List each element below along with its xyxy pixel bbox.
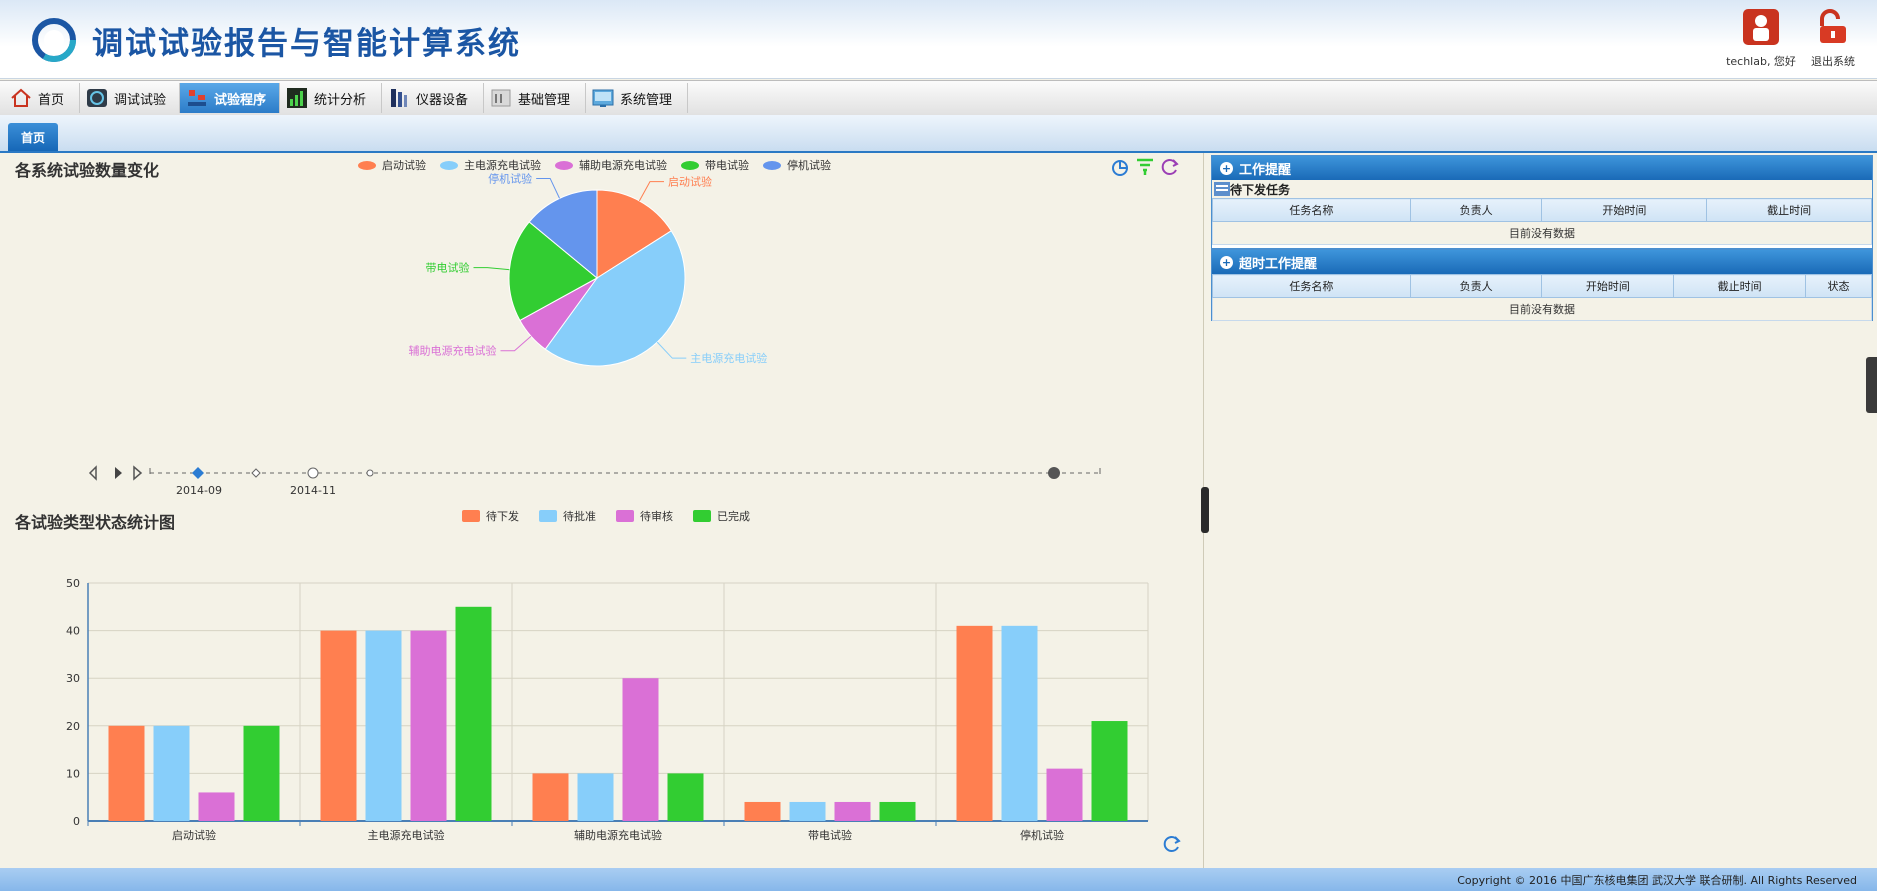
app-title: 调试试验报告与智能计算系统 bbox=[92, 26, 521, 62]
user-profile-button[interactable]: techlab, 您好 bbox=[1726, 8, 1796, 69]
menu-item-home[interactable]: 首页 bbox=[4, 83, 80, 113]
user-greeting: techlab, 您好 bbox=[1726, 55, 1796, 68]
menu-item-label: 系统管理 bbox=[620, 92, 673, 108]
column-header[interactable]: 状态 bbox=[1805, 274, 1872, 298]
pending-task-table: 任务名称 负责人 开始时间 截止时间 目前没有数据 bbox=[1212, 198, 1872, 245]
column-header[interactable]: 截止时间 bbox=[1673, 274, 1807, 298]
footer: Copyright © 2016 中国广东核电集团 武汉大学 联合研制. All… bbox=[0, 868, 1877, 891]
menu-item-base-management[interactable]: 基础管理 bbox=[484, 83, 586, 113]
menu-item-label: 统计分析 bbox=[314, 92, 367, 108]
expand-icon: + bbox=[1220, 255, 1233, 269]
pending-task-subtitle: 待下发任务 bbox=[1212, 180, 1872, 198]
menu-item-label: 调试试验 bbox=[114, 92, 167, 108]
expand-icon: + bbox=[1220, 161, 1233, 175]
bar[interactable] bbox=[1046, 768, 1083, 821]
user-icon bbox=[1743, 9, 1779, 45]
bar[interactable] bbox=[532, 773, 569, 821]
bar[interactable] bbox=[789, 801, 826, 821]
x-tick-label: 停机试验 bbox=[1020, 828, 1064, 842]
home-icon bbox=[11, 88, 31, 107]
y-tick-label: 40 bbox=[66, 625, 80, 638]
unlock-icon bbox=[1820, 9, 1846, 43]
tab-home[interactable]: 首页 bbox=[8, 123, 58, 151]
bar[interactable] bbox=[834, 801, 871, 821]
logout-button[interactable]: 退出系统 bbox=[1798, 8, 1868, 69]
column-header[interactable]: 截止时间 bbox=[1706, 198, 1872, 222]
bar[interactable] bbox=[577, 773, 614, 821]
bar[interactable] bbox=[153, 725, 190, 821]
menu-item-label: 首页 bbox=[38, 92, 65, 108]
x-tick-label: 启动试验 bbox=[172, 828, 216, 842]
bar[interactable] bbox=[1001, 625, 1038, 821]
menu-item-procedure[interactable]: 试验程序 bbox=[180, 83, 280, 113]
overtime-task-table: 任务名称 负责人 开始时间 截止时间 状态 目前没有数据 bbox=[1212, 274, 1872, 321]
bar[interactable] bbox=[879, 801, 916, 821]
base-management-icon bbox=[491, 89, 511, 107]
empty-state-text: 目前没有数据 bbox=[1212, 297, 1872, 321]
y-tick-label: 0 bbox=[73, 815, 80, 828]
work-reminder-panel: + 工作提醒 待下发任务 任务名称 负责人 开始时间 截止时间 目前没有数据 bbox=[1211, 155, 1873, 249]
y-tick-label: 10 bbox=[66, 767, 80, 780]
bar[interactable] bbox=[243, 725, 280, 821]
empty-state-text: 目前没有数据 bbox=[1212, 221, 1872, 245]
bar-chart: 0 10 20 30 40 50 启动试验 主电源充电试验 辅助电源充电试验 带电试验 停机试验 bbox=[66, 577, 1149, 842]
menu-item-instrument[interactable]: 仪器设备 bbox=[382, 83, 484, 113]
dashboard-charts: 各系统试验数量变化 启动试验 主电源充电试验 辅助电源充电试验 带电试验 停机试… bbox=[0, 153, 1204, 868]
bar-refresh-icon[interactable] bbox=[1162, 834, 1182, 854]
menu-item-label: 试验程序 bbox=[214, 92, 267, 108]
menu-item-debug-test[interactable]: 调试试验 bbox=[80, 83, 180, 113]
column-header[interactable]: 负责人 bbox=[1409, 198, 1543, 222]
procedure-icon bbox=[188, 90, 206, 106]
statistics-icon bbox=[287, 88, 307, 108]
menu-item-system-management[interactable]: 系统管理 bbox=[586, 83, 688, 113]
task-list-icon bbox=[1214, 182, 1230, 196]
x-tick-label: 带电试验 bbox=[808, 828, 852, 842]
pane-splitter[interactable] bbox=[1201, 487, 1209, 533]
overtime-reminder-panel: + 超时工作提醒 任务名称 负责人 开始时间 截止时间 状态 目前没有数据 bbox=[1211, 249, 1873, 321]
system-management-icon bbox=[592, 89, 614, 107]
column-header[interactable]: 负责人 bbox=[1409, 274, 1543, 298]
x-tick-label: 辅助电源充电试验 bbox=[574, 828, 662, 842]
column-header[interactable]: 任务名称 bbox=[1212, 198, 1411, 222]
column-header[interactable]: 开始时间 bbox=[1541, 198, 1708, 222]
bar[interactable] bbox=[410, 630, 447, 821]
menu-item-label: 基础管理 bbox=[518, 92, 571, 108]
bar[interactable] bbox=[744, 801, 781, 821]
bar[interactable] bbox=[108, 725, 145, 821]
bar[interactable] bbox=[1091, 721, 1128, 821]
side-panel-handle[interactable] bbox=[1866, 357, 1877, 413]
menu-item-label: 仪器设备 bbox=[416, 92, 469, 108]
bar[interactable] bbox=[198, 792, 235, 821]
bar[interactable] bbox=[622, 678, 659, 821]
reminder-pane: + 工作提醒 待下发任务 任务名称 负责人 开始时间 截止时间 目前没有数据 +… bbox=[1209, 153, 1877, 868]
bar[interactable] bbox=[667, 773, 704, 821]
bar[interactable] bbox=[365, 630, 402, 821]
column-header[interactable]: 任务名称 bbox=[1212, 274, 1411, 298]
bar[interactable] bbox=[956, 625, 993, 821]
main-menu-bar: 首页 调试试验 试验程序 统计分析 仪器设备 基础管理 系统管理 bbox=[0, 80, 1877, 116]
menu-item-statistics[interactable]: 统计分析 bbox=[280, 83, 382, 113]
bar[interactable] bbox=[320, 630, 357, 821]
work-reminder-header[interactable]: + 工作提醒 bbox=[1212, 156, 1872, 180]
instrument-icon bbox=[391, 89, 407, 107]
tab-strip: 首页 bbox=[0, 115, 1877, 153]
y-tick-label: 50 bbox=[66, 577, 80, 590]
y-tick-label: 30 bbox=[66, 672, 80, 685]
y-tick-label: 20 bbox=[66, 720, 80, 733]
app-logo bbox=[32, 18, 76, 62]
column-header[interactable]: 开始时间 bbox=[1541, 274, 1675, 298]
logout-label: 退出系统 bbox=[1811, 55, 1855, 68]
debug-test-icon bbox=[87, 89, 107, 107]
copyright-text: Copyright © 2016 中国广东核电集团 武汉大学 联合研制. All… bbox=[1457, 874, 1857, 887]
overtime-reminder-header[interactable]: + 超时工作提醒 bbox=[1212, 250, 1872, 274]
app-header: 调试试验报告与智能计算系统 techlab, 您好 退出系统 bbox=[0, 0, 1877, 79]
bar[interactable] bbox=[455, 606, 492, 821]
x-tick-label: 主电源充电试验 bbox=[368, 828, 445, 842]
